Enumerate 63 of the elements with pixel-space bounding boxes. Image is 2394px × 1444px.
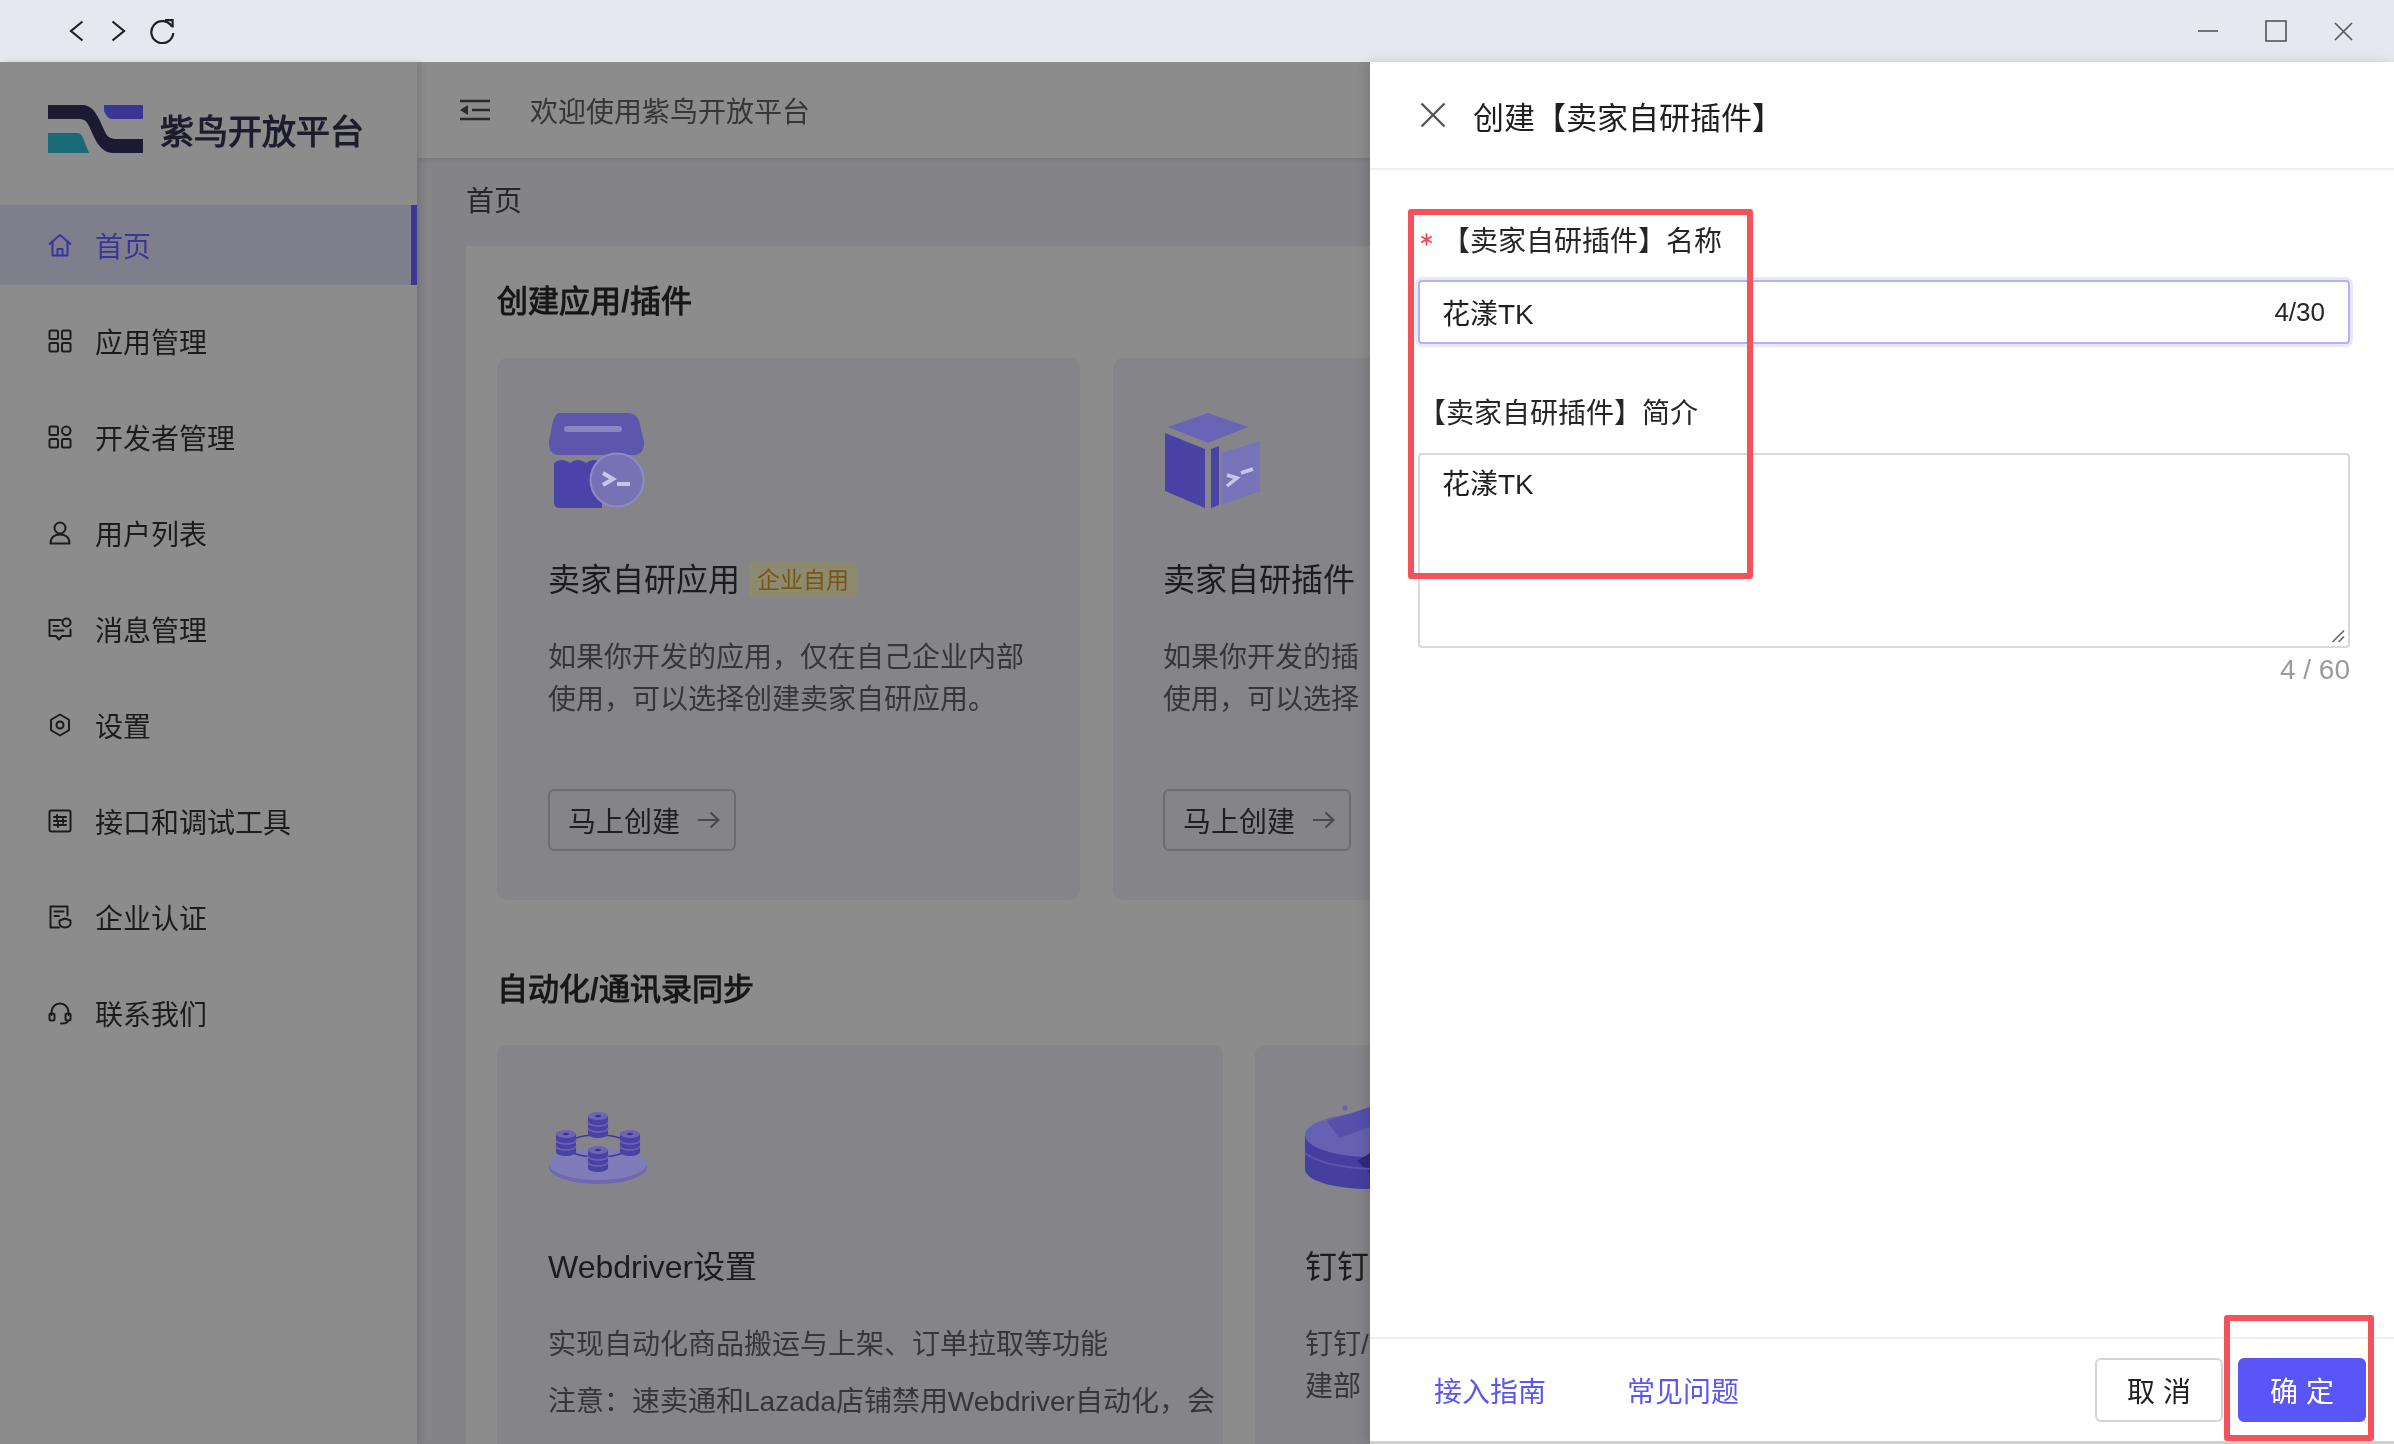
minimize-icon[interactable] <box>2198 29 2218 33</box>
card-title: Webdriver设置 <box>548 1248 758 1287</box>
confirm-button[interactable]: 确 定 <box>2238 1358 2366 1422</box>
card-title: 卖家自研应用 <box>548 561 740 600</box>
reload-icon[interactable] <box>149 18 175 44</box>
sliders-icon <box>48 809 72 833</box>
card-description: 实现自动化商品搬运与上架、订单拉取等功能 <box>548 1328 1109 1362</box>
sidebar-item[interactable]: 开发者管理 <box>0 397 417 477</box>
badge: 企业自用 <box>749 562 857 598</box>
card-description: 钉钉/ <box>1305 1328 1369 1362</box>
section-title: 创建应用/插件 <box>497 283 693 321</box>
logo-text: 紫鸟开放平台 <box>160 111 364 153</box>
headset-icon <box>48 1001 72 1025</box>
sidebar-item[interactable]: 接口和调试工具 <box>0 781 417 861</box>
card-title: 钉钉 <box>1305 1248 1369 1287</box>
sidebar-item[interactable]: 应用管理 <box>0 301 417 381</box>
create-button[interactable]: 马上创建 <box>548 789 736 851</box>
field-label: 【卖家自研插件】简介 <box>1418 397 1698 431</box>
database-ring-icon <box>548 1109 648 1185</box>
card-description: 注意：速卖通和Lazada店铺禁用Webdriver自动化，会 <box>548 1385 1215 1419</box>
maximize-icon[interactable] <box>2265 20 2287 42</box>
cancel-button[interactable]: 取 消 <box>2095 1358 2224 1422</box>
footer-link[interactable]: 接入指南 <box>1434 1370 1546 1410</box>
footer-link[interactable]: 常见问题 <box>1627 1370 1739 1410</box>
cylinder-icon <box>1305 1104 1370 1190</box>
sidebar-item[interactable]: 联系我们 <box>0 973 417 1053</box>
menu-fold-icon[interactable] <box>460 99 490 121</box>
drawer-title: 创建【卖家自研插件】 <box>1473 99 1783 138</box>
char-counter: 4 / 60 <box>2279 653 2350 687</box>
sidebar-item[interactable]: 企业认证 <box>0 877 417 957</box>
arrow-right-icon <box>698 811 720 829</box>
char-counter: 4/30 <box>2274 296 2325 328</box>
card-description: 如果你开发的插 <box>1163 641 1359 675</box>
card-description: 使用，可以选择 <box>1163 683 1359 717</box>
card-description: 如果你开发的应用，仅在自己企业内部使用，可以选择创建卖家自研应用。 <box>548 641 1025 717</box>
text-input[interactable]: 花漾TK 4/30 <box>1418 280 2350 344</box>
header-title: 欢迎使用紫鸟开放平台 <box>530 96 810 130</box>
resize-handle-icon[interactable] <box>2331 629 2345 643</box>
textarea-field[interactable]: 花漾TK <box>1418 453 2350 648</box>
grid-icon <box>48 329 72 353</box>
sidebar-item[interactable]: 消息管理 <box>0 589 417 669</box>
home-icon <box>48 233 72 257</box>
squares-circle-icon <box>48 425 72 449</box>
message-icon <box>48 617 72 641</box>
user-icon <box>48 521 72 545</box>
section-title: 自动化/通讯录同步 <box>497 971 755 1009</box>
settings-icon <box>48 713 72 737</box>
field-label: 【卖家自研插件】名称 <box>1442 225 1722 259</box>
cube-terminal-icon <box>1163 412 1260 508</box>
sidebar-item[interactable]: 用户列表 <box>0 493 417 573</box>
card-description: 建部 <box>1305 1370 1362 1404</box>
back-icon[interactable] <box>69 20 84 42</box>
document-shield-icon <box>48 905 72 929</box>
forward-icon[interactable] <box>111 20 126 42</box>
card-title: 卖家自研插件 <box>1163 561 1355 600</box>
store-terminal-icon <box>548 412 645 508</box>
breadcrumb: 首页 <box>466 186 522 217</box>
sidebar-item[interactable]: 设置 <box>0 685 417 765</box>
close-icon[interactable] <box>2334 21 2353 41</box>
arrow-right-icon <box>1313 811 1335 829</box>
logo-icon <box>48 105 143 153</box>
create-button[interactable]: 马上创建 <box>1163 789 1351 851</box>
close-icon[interactable] <box>1420 102 1446 128</box>
